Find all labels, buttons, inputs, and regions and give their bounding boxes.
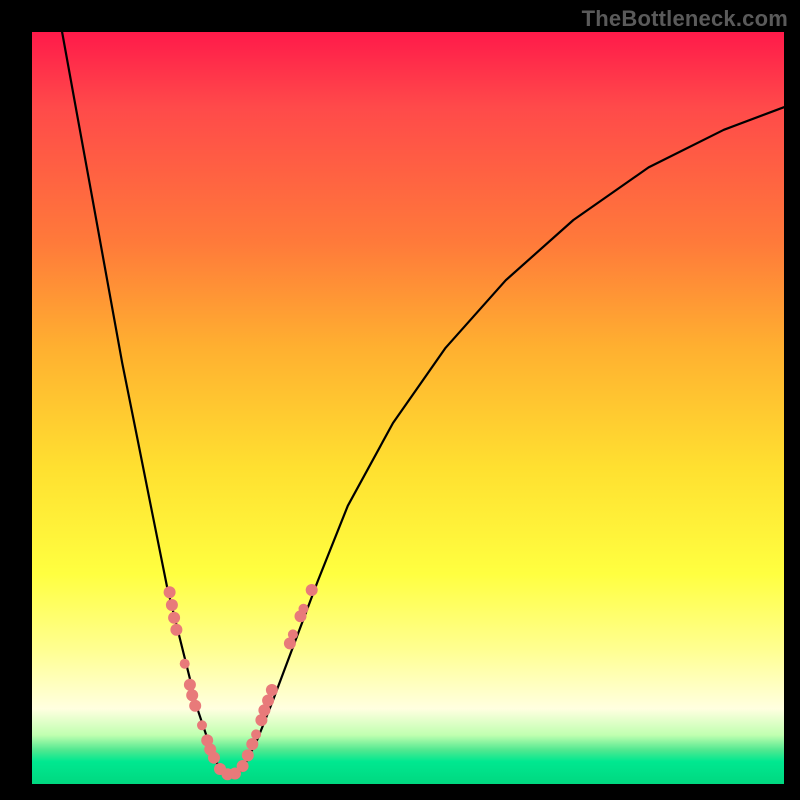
data-point: [288, 629, 298, 639]
data-point: [189, 700, 201, 712]
data-point: [180, 659, 190, 669]
data-point: [170, 624, 182, 636]
data-point: [208, 752, 220, 764]
data-point: [197, 720, 207, 730]
bottleneck-plot: [32, 32, 784, 784]
chart-area: [32, 32, 784, 784]
data-point: [186, 689, 198, 701]
bottleneck-curve: [62, 32, 784, 777]
data-point: [184, 679, 196, 691]
data-point: [237, 760, 249, 772]
watermark-text: TheBottleneck.com: [582, 6, 788, 32]
data-point: [266, 684, 278, 696]
data-point: [246, 738, 258, 750]
data-point: [306, 584, 318, 596]
data-point: [242, 749, 254, 761]
data-point: [166, 599, 178, 611]
data-point: [164, 586, 176, 598]
data-point: [262, 695, 274, 707]
data-point: [299, 604, 309, 614]
data-point: [168, 612, 180, 624]
scatter-points: [164, 584, 318, 780]
data-point: [251, 729, 261, 739]
